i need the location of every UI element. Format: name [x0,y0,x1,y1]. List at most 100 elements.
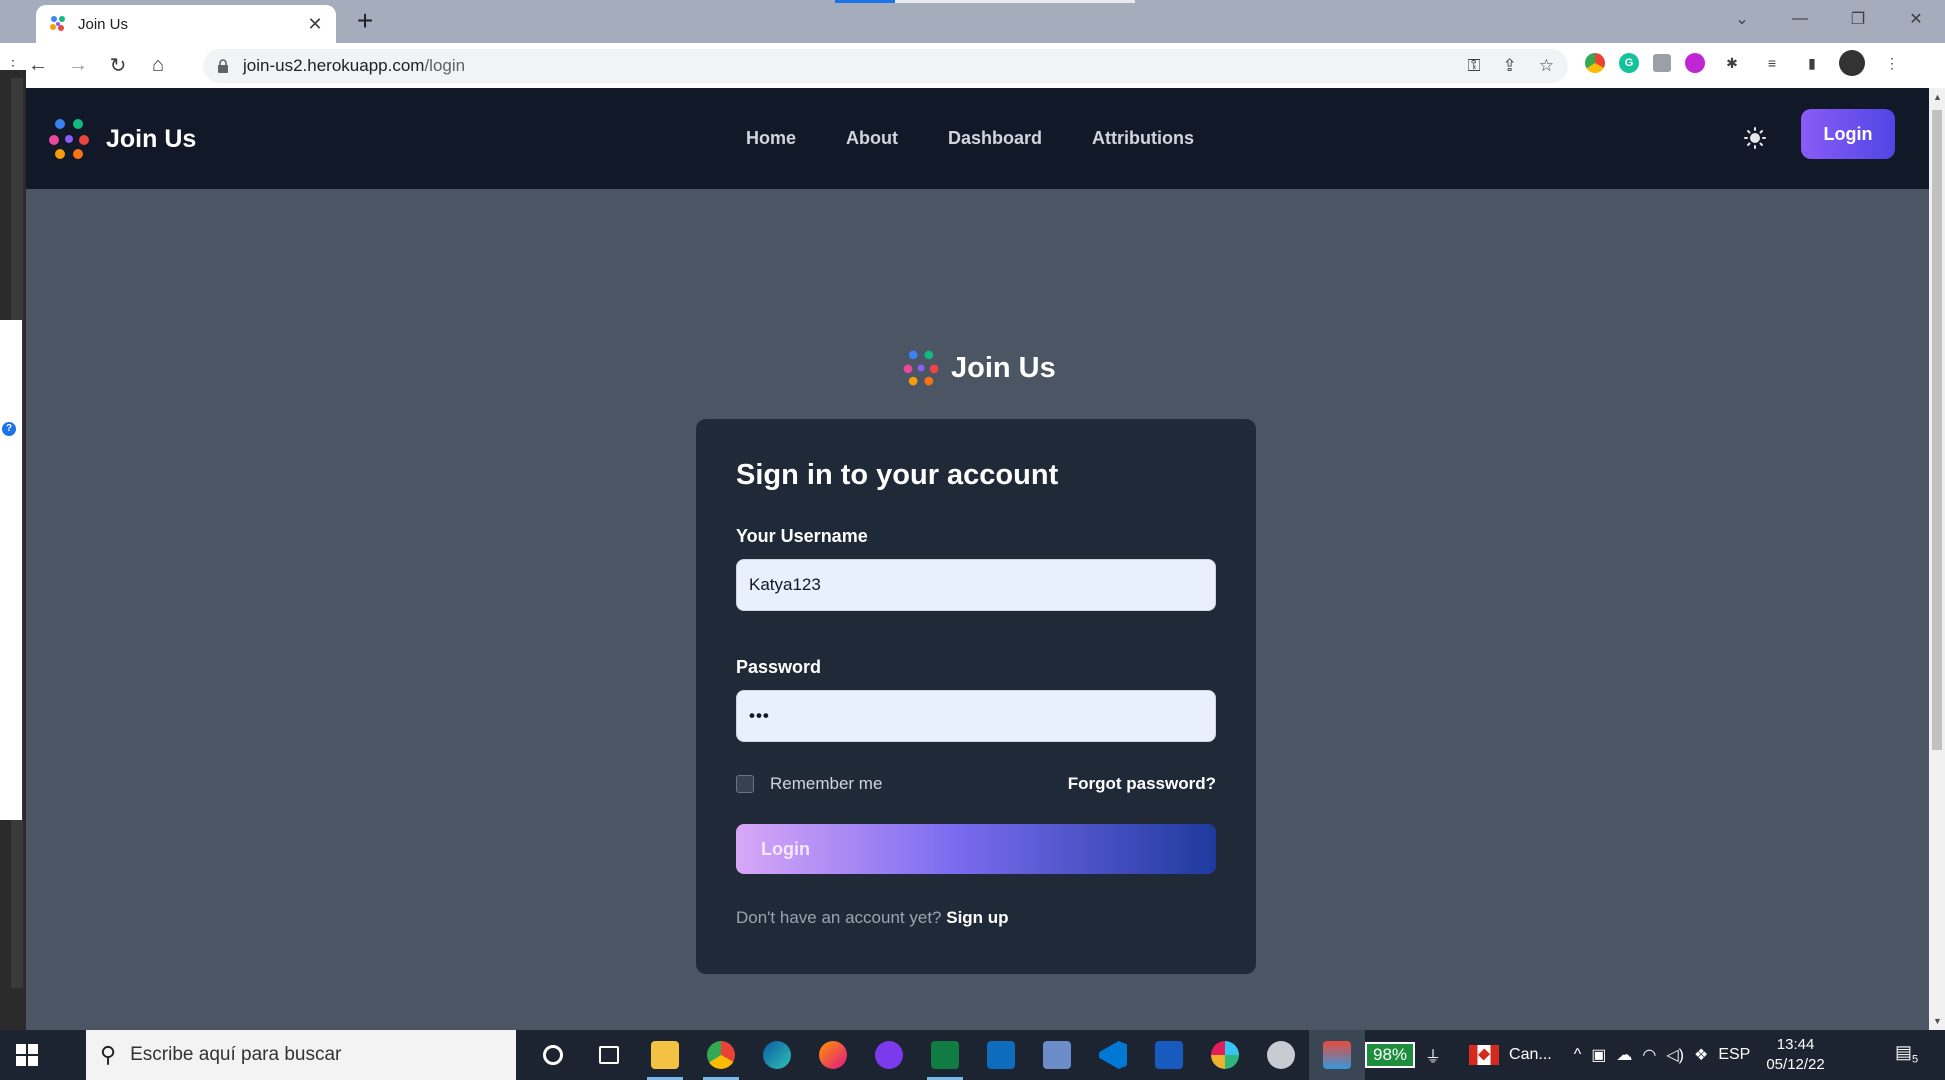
address-bar[interactable]: join-us2.herokuapp.com/login ⚿ ⇪ ☆ [203,49,1568,83]
nav-login-button[interactable]: Login [1801,109,1895,159]
excel-icon[interactable] [917,1030,973,1080]
power-plug-icon: ⏚ [1425,1049,1442,1066]
browser-tab-bar: Join Us ✕ + ⌄ — ❐ ✕ [0,0,1945,43]
scrollbar-thumb[interactable] [1932,110,1942,750]
join-us-logo-icon [49,119,89,159]
profile-avatar[interactable] [1839,50,1865,76]
url-text: join-us2.herokuapp.com/login [243,56,465,76]
theme-toggle-sun-icon[interactable] [1741,124,1769,152]
scroll-up-icon[interactable]: ▲ [1933,92,1942,102]
cortana-icon[interactable] [525,1030,581,1080]
onedrive-icon[interactable]: ☁ [1616,1045,1632,1065]
edge-icon[interactable] [749,1030,805,1080]
reload-icon[interactable]: ↻ [98,46,138,86]
clock-time: 13:44 [1776,1036,1815,1053]
scroll-down-icon[interactable]: ▼ [1933,1016,1942,1026]
language-indicator[interactable]: ESP [1718,1046,1750,1064]
remember-me-label[interactable]: Remember me [770,774,882,794]
purple-app-icon[interactable] [861,1030,917,1080]
site-brand[interactable]: Join Us [46,116,196,162]
url-path: /login [424,56,466,75]
form-options-row: Remember me Forgot password? [736,774,1216,794]
forgot-password-link[interactable]: Forgot password? [1068,774,1216,794]
bookmark-star-icon[interactable]: ☆ [1539,56,1554,76]
nav-home[interactable]: Home [746,128,796,149]
slack-icon[interactable] [1197,1030,1253,1080]
region-label[interactable]: Can... [1509,1046,1552,1064]
side-panel-icon[interactable]: ▮ [1799,50,1825,76]
windows-start-icon[interactable] [0,1030,54,1080]
username-label: Your Username [736,526,868,546]
menu-kebab-icon[interactable]: ⋮ [1879,50,1905,76]
outlook-icon[interactable] [973,1030,1029,1080]
remember-me: Remember me [736,774,882,794]
tab-search-icon[interactable]: ⌄ [1713,9,1771,29]
show-hidden-icons-icon[interactable]: ^ [1574,1046,1582,1064]
cloud-app-icon[interactable] [1253,1030,1309,1080]
system-tray: 98% ⏚ Can... ^ ▣ ☁ ◠ ◁) ❖ ESP 13:44 05/1… [1365,1030,1825,1080]
volume-icon[interactable]: ◁) [1666,1045,1684,1065]
app-window-icon[interactable] [1029,1030,1085,1080]
canada-flag-icon [1469,1045,1500,1065]
nav-attributions[interactable]: Attributions [1092,128,1194,149]
brand-name: Join Us [106,124,197,153]
password-label: Password [736,657,822,677]
windows-taskbar: ⚲ Escribe aquí para buscar 98% ⏚ Can... … [0,1030,1945,1080]
key-icon[interactable]: ⚿ [1468,56,1481,76]
signup-prompt: Don't have an account yet? Sign up [736,908,1216,928]
task-view-icon[interactable] [581,1030,637,1080]
battery-indicator[interactable]: 98% [1365,1042,1416,1068]
help-icon: ? [2,422,16,436]
page-scrollbar[interactable]: ▲ ▼ [1929,88,1945,1030]
login-heading: Sign in to your account [736,459,1059,491]
primary-nav: Home About Dashboard Attributions [746,88,1194,189]
taskbar-search[interactable]: ⚲ Escribe aquí para buscar [86,1030,516,1080]
restore-icon[interactable]: ❐ [1829,9,1887,29]
tab-title: Join Us [78,15,129,33]
remember-me-checkbox[interactable] [736,775,754,793]
nav-about[interactable]: About [846,128,898,149]
file-explorer-icon[interactable] [637,1030,693,1080]
share-icon[interactable]: ⇪ [1503,56,1517,76]
security-icon[interactable]: ▣ [1591,1045,1606,1065]
site-favicon-icon [50,16,65,31]
extension-window-icon[interactable] [1653,54,1671,72]
new-tab-button[interactable]: + [350,6,380,36]
url-host: join-us2.herokuapp.com [243,56,425,75]
username-input[interactable]: Katya123 [736,559,1216,611]
join-us-logo-icon [903,350,939,386]
close-window-icon[interactable]: ✕ [1887,9,1945,29]
forward-icon[interactable]: → [58,46,98,86]
grammarly-icon[interactable]: G [1619,53,1639,73]
loading-track [895,0,1135,3]
nav-dashboard[interactable]: Dashboard [948,128,1042,149]
chrome-icon[interactable] [693,1030,749,1080]
extensions-puzzle-icon[interactable]: ✱ [1719,50,1745,76]
dropbox-icon[interactable]: ❖ [1694,1045,1708,1065]
clock-date: 05/12/22 [1766,1056,1825,1073]
home-icon[interactable]: ⌂ [138,46,178,86]
minimize-icon[interactable]: — [1771,10,1829,28]
extension-purple-icon[interactable] [1685,53,1705,73]
extensions-area: G ✱ ≡ ▮ ⋮ [1585,50,1905,76]
word-icon[interactable] [1141,1030,1197,1080]
extension-chrome-icon[interactable] [1585,53,1605,73]
paint-app-icon[interactable] [1309,1030,1365,1080]
form-brand-name: Join Us [951,351,1056,384]
wifi-icon[interactable]: ◠ [1642,1045,1656,1065]
notifications-icon[interactable]: ▤5 [1895,1042,1923,1068]
clock[interactable]: 13:44 05/12/22 [1766,1035,1824,1075]
loading-indicator [835,0,895,3]
signup-prompt-text: Don't have an account yet? [736,908,942,927]
browser-toolbar: ⋮ ← → ↻ ⌂ join-us2.herokuapp.com/login ⚿… [0,43,1945,88]
browser-tab[interactable]: Join Us ✕ [36,5,336,43]
vscode-icon[interactable] [1085,1030,1141,1080]
login-submit-button[interactable]: Login [736,824,1216,874]
media-queue-icon[interactable]: ≡ [1759,50,1785,76]
taskbar-search-placeholder: Escribe aquí para buscar [130,1044,342,1065]
firefox-icon[interactable] [805,1030,861,1080]
signup-link[interactable]: Sign up [946,908,1008,927]
login-card: Sign in to your account Your Username Ka… [696,419,1256,974]
password-input[interactable]: ••• [736,690,1216,742]
close-tab-icon[interactable]: ✕ [304,14,326,35]
